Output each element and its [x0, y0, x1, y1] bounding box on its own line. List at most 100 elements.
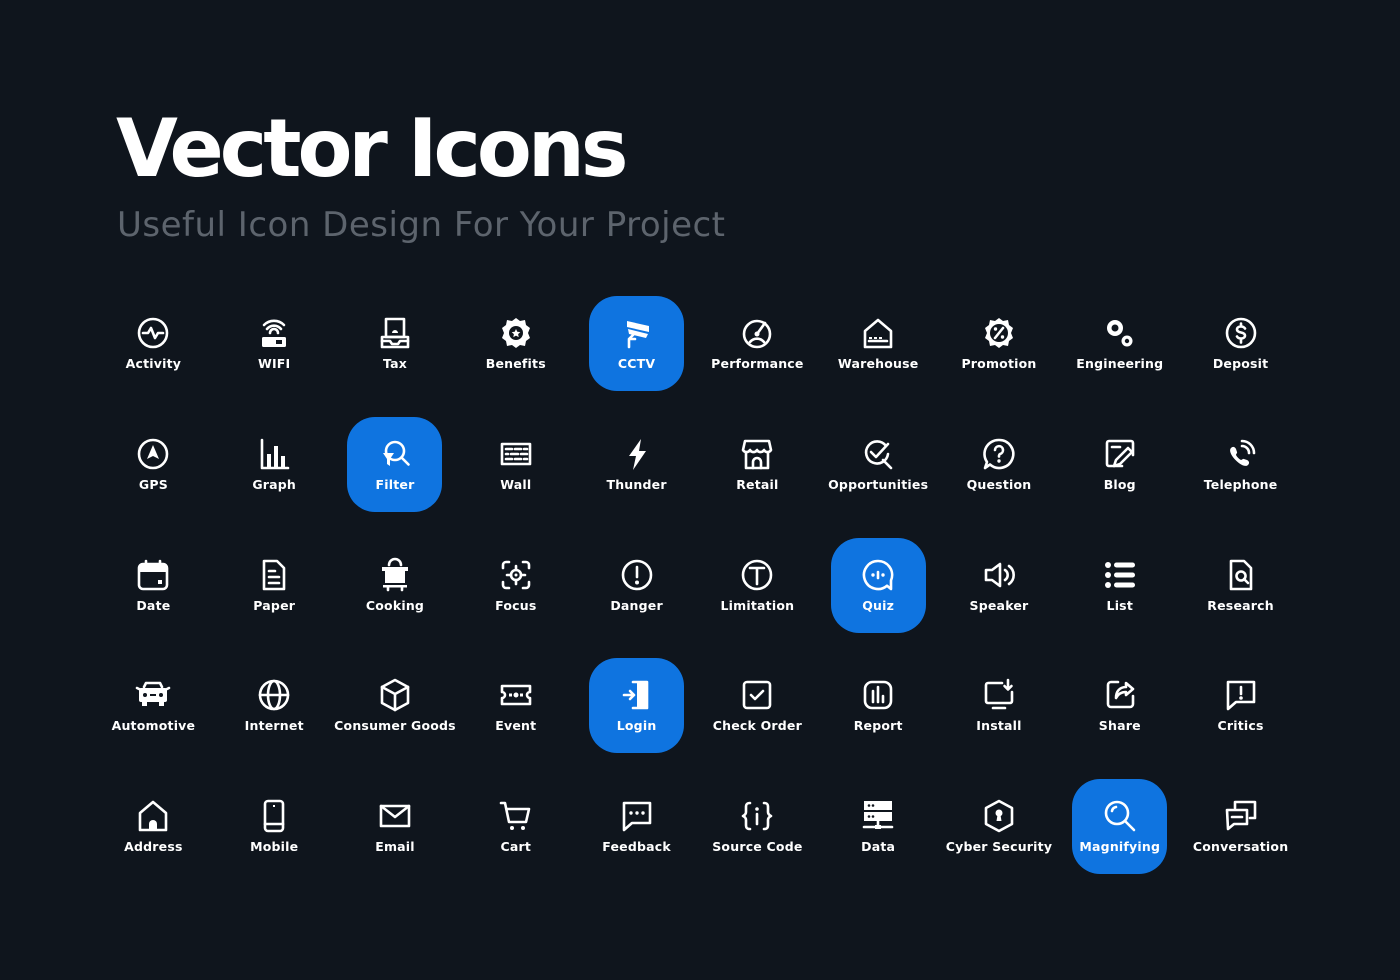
icon-item-feedback[interactable]: Feedback [576, 777, 697, 898]
opportunities-search-check-icon [860, 436, 896, 472]
email-envelope-icon [377, 798, 413, 834]
icon-item-automotive[interactable]: Automotive [93, 656, 214, 777]
icon-item-retail[interactable]: Retail [697, 415, 818, 536]
icon-item-telephone[interactable]: Telephone [1180, 415, 1301, 536]
icon-label: List [1106, 597, 1133, 613]
icon-label: Data [861, 839, 896, 854]
icon-item-performance[interactable]: Performance [697, 294, 818, 415]
icon-item-paper[interactable]: Paper [214, 536, 335, 657]
icon-item-report[interactable]: Report [818, 656, 939, 777]
icon-item-opportunities[interactable]: Opportunities [818, 415, 939, 536]
icon-label: Deposit [1212, 356, 1269, 371]
icon-item-internet[interactable]: Internet [214, 656, 335, 777]
icon-item-magnifying[interactable]: Magnifying [1059, 777, 1180, 898]
checkbox-icon [739, 677, 775, 713]
icon-label: Tax [382, 356, 407, 371]
icon-label: GPS [138, 476, 168, 492]
icon-label: WIFI [257, 356, 291, 371]
icon-label: Telephone [1203, 476, 1278, 492]
icon-item-cooking[interactable]: Cooking [335, 536, 456, 657]
conversation-bubbles-icon [1223, 798, 1259, 834]
icon-item-event[interactable]: Event [455, 656, 576, 777]
icon-item-list[interactable]: List [1059, 536, 1180, 657]
icon-item-conversation[interactable]: Conversation [1180, 777, 1301, 898]
icon-item-benefits[interactable]: Benefits [455, 294, 576, 415]
tax-icon [377, 315, 413, 351]
icon-label: Feedback [602, 839, 671, 854]
icon-item-share[interactable]: Share [1059, 656, 1180, 777]
question-bubble-icon [981, 436, 1017, 472]
engineering-gears-icon [1102, 315, 1138, 351]
brick-wall-icon [498, 436, 534, 472]
icon-item-warehouse[interactable]: Warehouse [818, 294, 939, 415]
icon-item-date[interactable]: Date [93, 536, 214, 657]
icon-item-wifi[interactable]: WIFI [214, 294, 335, 415]
data-server-icon [860, 798, 896, 834]
cooking-pot-icon [377, 557, 413, 593]
icon-label: Opportunities [828, 476, 929, 492]
icon-label: Retail [736, 476, 779, 492]
icon-item-source-code[interactable]: Source Code [697, 777, 818, 898]
promotion-percent-badge-icon [981, 315, 1017, 351]
icon-item-consumer-goods[interactable]: Consumer Goods [334, 656, 456, 777]
icon-label: Quiz [862, 597, 895, 613]
icon-label: Critics [1217, 718, 1264, 734]
performance-gauge-icon [739, 315, 775, 351]
icon-label: Danger [610, 597, 663, 613]
gps-navigation-icon [135, 436, 171, 472]
blog-edit-icon [1102, 436, 1138, 472]
icon-item-speaker[interactable]: Speaker [939, 536, 1060, 657]
icon-item-data[interactable]: Data [818, 777, 939, 898]
icon-item-focus[interactable]: Focus [455, 536, 576, 657]
icon-item-login[interactable]: Login [576, 656, 697, 777]
icon-label: CCTV [617, 356, 656, 371]
icon-label: Thunder [606, 476, 667, 492]
quiz-chat-icon [860, 557, 896, 593]
icon-item-graph[interactable]: Graph [214, 415, 335, 536]
icon-item-gps[interactable]: GPS [93, 415, 214, 536]
mobile-phone-icon [256, 798, 292, 834]
icon-item-mobile[interactable]: Mobile [214, 777, 335, 898]
icon-item-address[interactable]: Address [93, 777, 214, 898]
icon-item-check-order[interactable]: Check Order [697, 656, 818, 777]
report-chart-icon [860, 677, 896, 713]
icon-item-filter[interactable]: Filter [335, 415, 456, 536]
icon-item-cyber-security[interactable]: Cyber Security [939, 777, 1060, 898]
icon-item-email[interactable]: Email [335, 777, 456, 898]
icon-label: Install [976, 718, 1022, 734]
benefits-badge-icon [498, 315, 534, 351]
icon-item-tax[interactable]: Tax [335, 294, 456, 415]
feedback-bubble-icon [619, 798, 655, 834]
icon-label: Source Code [712, 839, 803, 854]
car-icon [135, 677, 171, 713]
icon-item-blog[interactable]: Blog [1059, 415, 1180, 536]
icon-item-promotion[interactable]: Promotion [939, 294, 1060, 415]
globe-icon [256, 677, 292, 713]
page-subtitle: Useful Icon Design For Your Project [117, 205, 726, 245]
icon-item-cart[interactable]: Cart [455, 777, 576, 898]
icon-item-activity[interactable]: Activity [93, 294, 214, 415]
icon-label: Report [853, 718, 903, 734]
icon-item-install[interactable]: Install [939, 656, 1060, 777]
retail-store-icon [739, 436, 775, 472]
icon-item-thunder[interactable]: Thunder [576, 415, 697, 536]
icon-item-wall[interactable]: Wall [455, 415, 576, 536]
icon-item-research[interactable]: Research [1180, 536, 1301, 657]
icon-label: Mobile [250, 839, 299, 854]
icon-item-quiz[interactable]: Quiz [818, 536, 939, 657]
login-door-icon [619, 677, 655, 713]
icon-item-question[interactable]: Question [939, 415, 1060, 536]
icon-item-deposit[interactable]: Deposit [1180, 294, 1301, 415]
icon-grid: Activity WIFI Tax Benefits CCTV Performance Wa… [93, 294, 1301, 898]
research-document-icon [1223, 557, 1259, 593]
icon-item-limitation[interactable]: Limitation [697, 536, 818, 657]
install-monitor-icon [981, 677, 1017, 713]
icon-label: Performance [711, 356, 804, 371]
icon-label: Email [375, 839, 415, 854]
bar-graph-icon [256, 436, 292, 472]
icon-item-cctv[interactable]: CCTV [576, 294, 697, 415]
icon-item-engineering[interactable]: Engineering [1059, 294, 1180, 415]
icon-item-critics[interactable]: Critics [1180, 656, 1301, 777]
icon-item-danger[interactable]: Danger [576, 536, 697, 657]
telephone-ringing-icon [1223, 436, 1259, 472]
